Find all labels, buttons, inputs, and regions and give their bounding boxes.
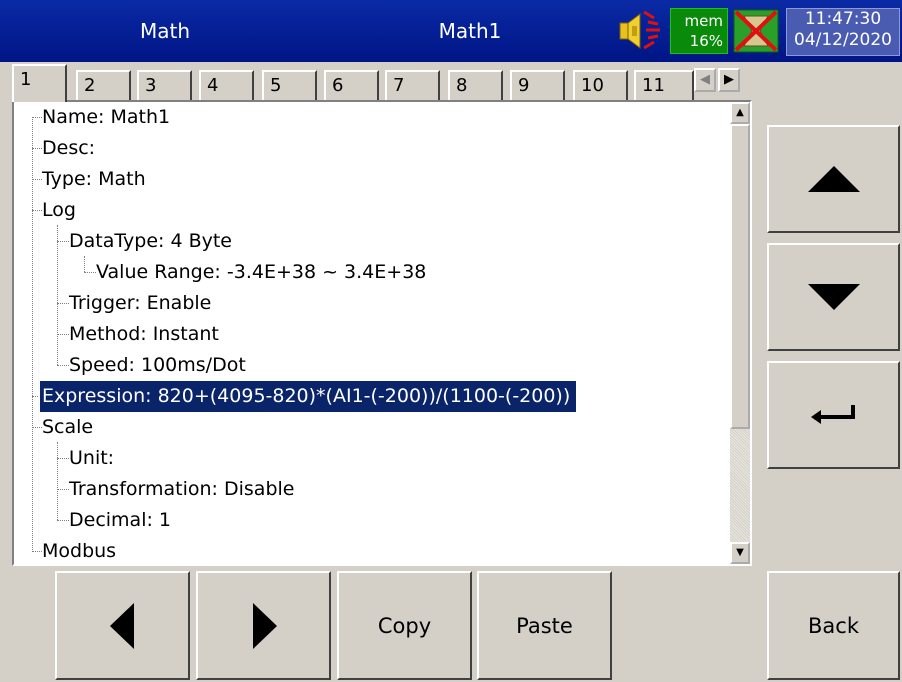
tree-item-speed[interactable]: Speed: 100ms/Dot [69, 350, 246, 381]
tree-line [32, 427, 42, 428]
tree-item-log[interactable]: Log [42, 195, 76, 226]
tab-7[interactable]: 7 [385, 70, 440, 100]
tab-1[interactable]: 1 [12, 64, 67, 102]
tree-line [57, 241, 69, 242]
next-button[interactable] [196, 571, 331, 680]
triangle-down-icon [807, 284, 860, 310]
tab-scroll-left-icon[interactable]: ◀ [694, 68, 716, 92]
tree-line [57, 489, 69, 490]
memory-label: mem [684, 12, 723, 30]
scroll-up-icon[interactable]: ▲ [730, 102, 750, 124]
tree-line [32, 148, 42, 149]
tab-scroll-right-icon[interactable]: ▶ [718, 68, 740, 92]
tree-item-decimal[interactable]: Decimal: 1 [69, 505, 171, 536]
tab-3[interactable]: 3 [137, 70, 192, 100]
back-button[interactable]: Back [767, 571, 900, 680]
tree-line [57, 442, 58, 520]
move-up-button[interactable] [767, 125, 900, 233]
tree-item-expression[interactable]: Expression: 820+(4095-820)*(AI1-(-200))/… [38, 380, 578, 413]
triangle-up-icon [807, 166, 860, 192]
tree-item-name[interactable]: Name: Math1 [42, 102, 170, 133]
tab-8[interactable]: 8 [448, 70, 503, 100]
tree-item-method[interactable]: Method: Instant [69, 319, 219, 350]
tree-line [57, 365, 69, 366]
tab-2[interactable]: 2 [76, 70, 131, 100]
tree-item-value-range[interactable]: Value Range: -3.4E+38 ~ 3.4E+38 [96, 257, 426, 288]
channel-title: Math1 [438, 19, 502, 43]
enter-icon [810, 405, 855, 424]
copy-button-label: Copy [377, 613, 432, 638]
alarm-off-icon[interactable] [732, 8, 780, 54]
tree-line [57, 225, 58, 365]
channel-tabs: 1 2 3 4 5 6 7 8 9 10 11 ◀ ▶ [12, 64, 752, 102]
tree-line [32, 117, 33, 552]
tree-item-scale[interactable]: Scale [42, 412, 93, 443]
tree-item-trigger[interactable]: Trigger: Enable [69, 288, 211, 319]
move-down-button[interactable] [767, 243, 900, 351]
tree-line [84, 272, 96, 273]
speaker-icon[interactable] [614, 8, 666, 54]
paste-button-label: Paste [516, 613, 573, 638]
tree-item-transformation[interactable]: Transformation: Disable [69, 474, 294, 505]
back-button-label: Back [808, 613, 859, 638]
enter-button[interactable] [767, 361, 900, 469]
tree-line [57, 303, 69, 304]
settings-tree: Name: Math1 Desc: Type: Math Log DataTyp… [14, 102, 726, 564]
copy-button[interactable]: Copy [337, 571, 472, 680]
settings-tree-panel: Name: Math1 Desc: Type: Math Log DataTyp… [12, 100, 752, 566]
tree-line [32, 551, 42, 552]
tree-item-modbus[interactable]: Modbus [42, 536, 116, 564]
tab-4[interactable]: 4 [199, 70, 254, 100]
triangle-left-icon [109, 602, 134, 649]
time-text: 11:47:30 [804, 9, 882, 29]
tab-9[interactable]: 9 [510, 70, 565, 100]
tab-5[interactable]: 5 [262, 70, 317, 100]
tab-10[interactable]: 10 [573, 70, 628, 100]
tree-item-datatype[interactable]: DataType: 4 Byte [69, 226, 232, 257]
tree-line [32, 117, 42, 118]
previous-button[interactable] [55, 571, 190, 680]
tab-11[interactable]: 11 [634, 70, 694, 100]
triangle-right-icon [252, 602, 277, 649]
scrollbar-thumb[interactable] [730, 124, 750, 429]
tree-line [32, 210, 42, 211]
tree-line [57, 458, 69, 459]
vertical-scrollbar[interactable]: ▲ ▼ [730, 102, 750, 564]
tree-line [57, 334, 69, 335]
paste-button[interactable]: Paste [477, 571, 612, 680]
datetime-display: 11:47:30 04/12/2020 [786, 8, 900, 56]
tab-6[interactable]: 6 [324, 70, 379, 100]
header-bar: Math Math1 mem 16% 11:47:30 04/12/2020 [0, 0, 902, 62]
tree-line [57, 520, 69, 521]
date-text: 04/12/2020 [794, 30, 892, 50]
tree-line [84, 256, 85, 272]
scroll-down-icon[interactable]: ▼ [730, 542, 750, 564]
memory-value: 16% [689, 32, 723, 50]
memory-indicator: mem 16% [670, 8, 728, 54]
tree-line [32, 179, 42, 180]
tree-item-type[interactable]: Type: Math [42, 164, 146, 195]
tree-item-desc[interactable]: Desc: [42, 133, 95, 164]
screen-title: Math [139, 19, 191, 43]
tree-item-unit[interactable]: Unit: [69, 443, 114, 474]
